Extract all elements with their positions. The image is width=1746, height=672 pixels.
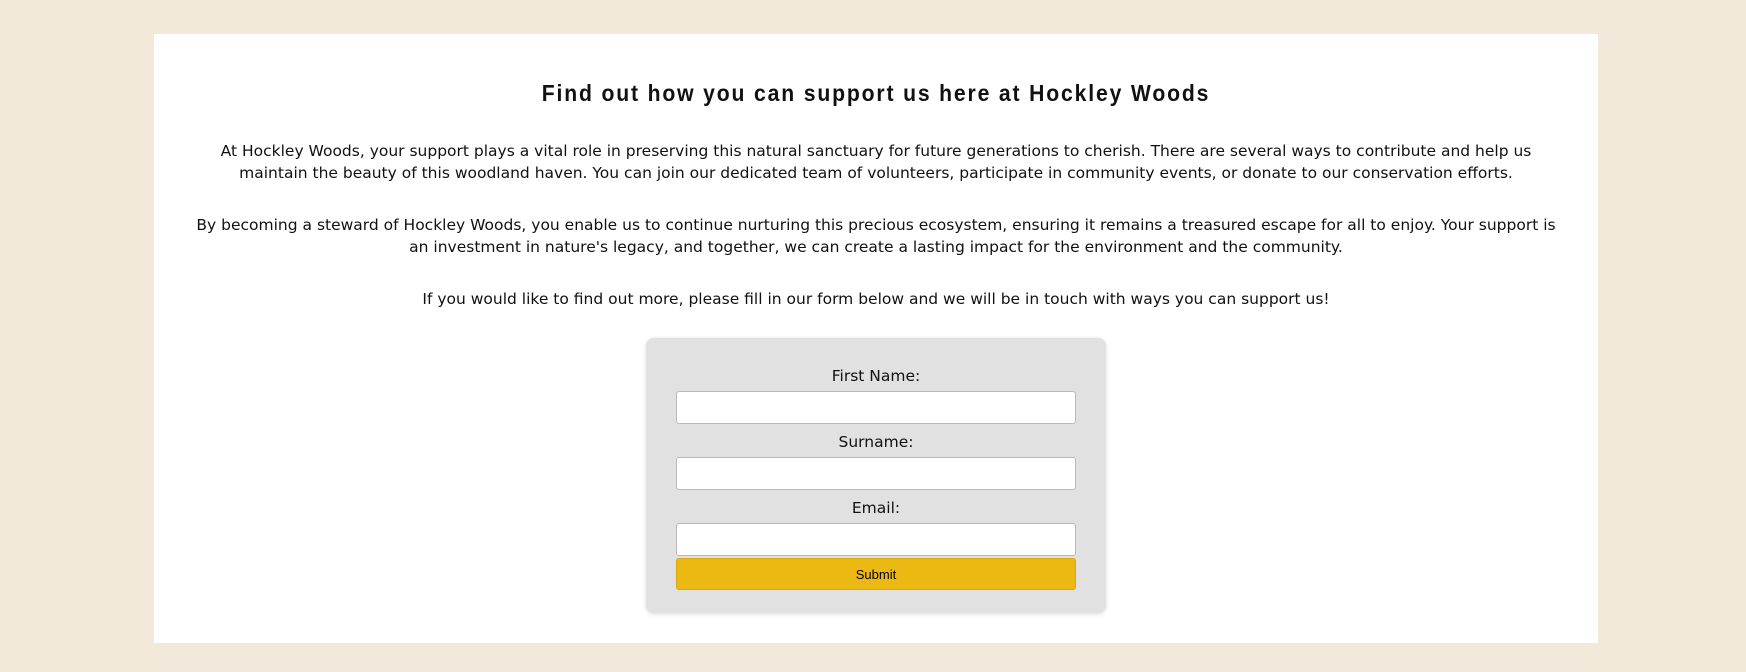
surname-field: Surname: [676, 432, 1076, 490]
support-section: Find out how you can support us here at … [154, 34, 1598, 643]
first-name-label: First Name: [831, 367, 921, 385]
find-out-more-paragraph: If you would like to find out more, plea… [422, 289, 1330, 308]
support-form: First Name: Surname: Email: Submit [646, 338, 1106, 613]
submit-button[interactable]: Submit [676, 558, 1076, 590]
email-field: Email: [676, 498, 1076, 556]
first-name-field: First Name: [676, 366, 1076, 424]
steward-paragraph: By becoming a steward of Hockley Woods, … [196, 215, 1556, 256]
surname-label: Surname: [838, 433, 914, 451]
email-input[interactable] [676, 523, 1076, 556]
intro-paragraph: At Hockley Woods, your support plays a v… [220, 141, 1532, 182]
first-name-input[interactable] [676, 391, 1076, 424]
surname-input[interactable] [676, 457, 1076, 490]
email-label: Email: [851, 499, 901, 517]
page-title: Find out how you can support us here at … [541, 80, 1211, 106]
